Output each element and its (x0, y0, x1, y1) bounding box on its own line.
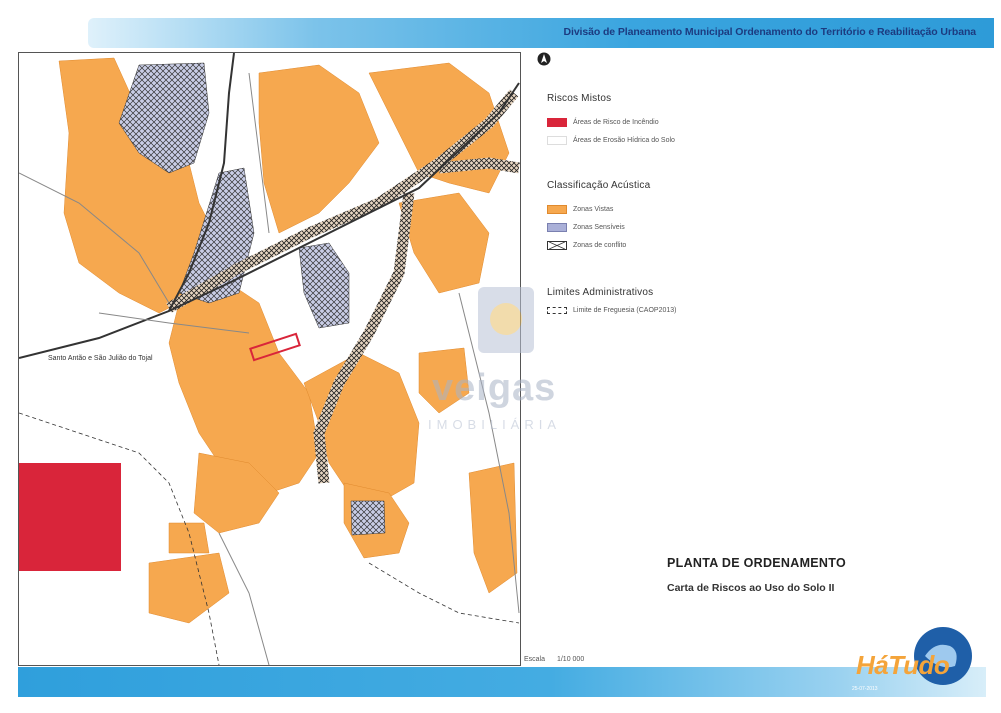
swatch-incendio (547, 117, 567, 127)
swatch-sensiveis (547, 222, 567, 232)
legend-group-acustica: Classificação Acústica Zonas Vistas Zona… (547, 180, 650, 255)
legend-group-limites: Limites Administrativos Limite de Fregue… (547, 287, 677, 320)
header-title: Divisão de Planeamento Municipal Ordenam… (563, 26, 977, 38)
swatch-conflito (547, 240, 567, 250)
north-arrow-icon (537, 52, 551, 66)
scale-indicator: Escala 1/10 000 (524, 656, 584, 663)
swatch-limite (547, 306, 567, 314)
legend-group-title: Riscos Mistos (547, 93, 612, 104)
legend-item: Zonas Sensíveis (547, 219, 650, 235)
legend-label: Áreas de Erosão Hídrica do Solo (573, 136, 675, 144)
legend-group-title: Classificação Acústica (547, 180, 651, 191)
scale-label: Escala (524, 656, 546, 663)
legend-group-riscos: Riscos Mistos Áreas de Risco de Incêndio… (547, 93, 675, 150)
title-block: PLANTA DE ORDENAMENTO Carta de Riscos ao… (667, 556, 846, 594)
legend-item: Áreas de Erosão Hídrica do Solo (547, 132, 675, 148)
hatudo-date: 25-07-2013 (852, 686, 878, 692)
swatch-vistas (547, 204, 567, 214)
place-label: Santo Antão e São Julião do Tojal (48, 355, 153, 362)
header-band: Divisão de Planeamento Municipal Ordenam… (88, 18, 994, 48)
legend-label: Zonas de conflito (573, 241, 627, 249)
plan-subtitle: Carta de Riscos ao Uso do Solo II (667, 582, 835, 594)
legend-item: Zonas de conflito (547, 237, 650, 253)
legend-item: Zonas Vistas (547, 201, 650, 217)
legend-label: Zonas Sensíveis (573, 223, 625, 231)
legend-item: Limite de Freguesia (CAOP2013) (547, 302, 677, 318)
legend-item: Áreas de Risco de Incêndio (547, 114, 675, 130)
footer-band (18, 667, 986, 697)
plan-title: PLANTA DE ORDENAMENTO (667, 556, 846, 570)
legend-label: Limite de Freguesia (CAOP2013) (573, 306, 677, 314)
legend-label: Zonas Vistas (573, 205, 614, 213)
area-risco-incendio (19, 463, 121, 571)
legend-label: Áreas de Risco de Incêndio (573, 118, 659, 126)
scale-value: 1/10 000 (556, 656, 585, 663)
zonas-vistas-area (58, 57, 518, 624)
legend-group-title: Limites Administrativos (547, 287, 654, 298)
hatudo-logo: HáTudo 25-07-2013 (852, 626, 992, 696)
swatch-erosao (547, 135, 567, 145)
hatudo-brand: HáTudo (856, 650, 950, 680)
